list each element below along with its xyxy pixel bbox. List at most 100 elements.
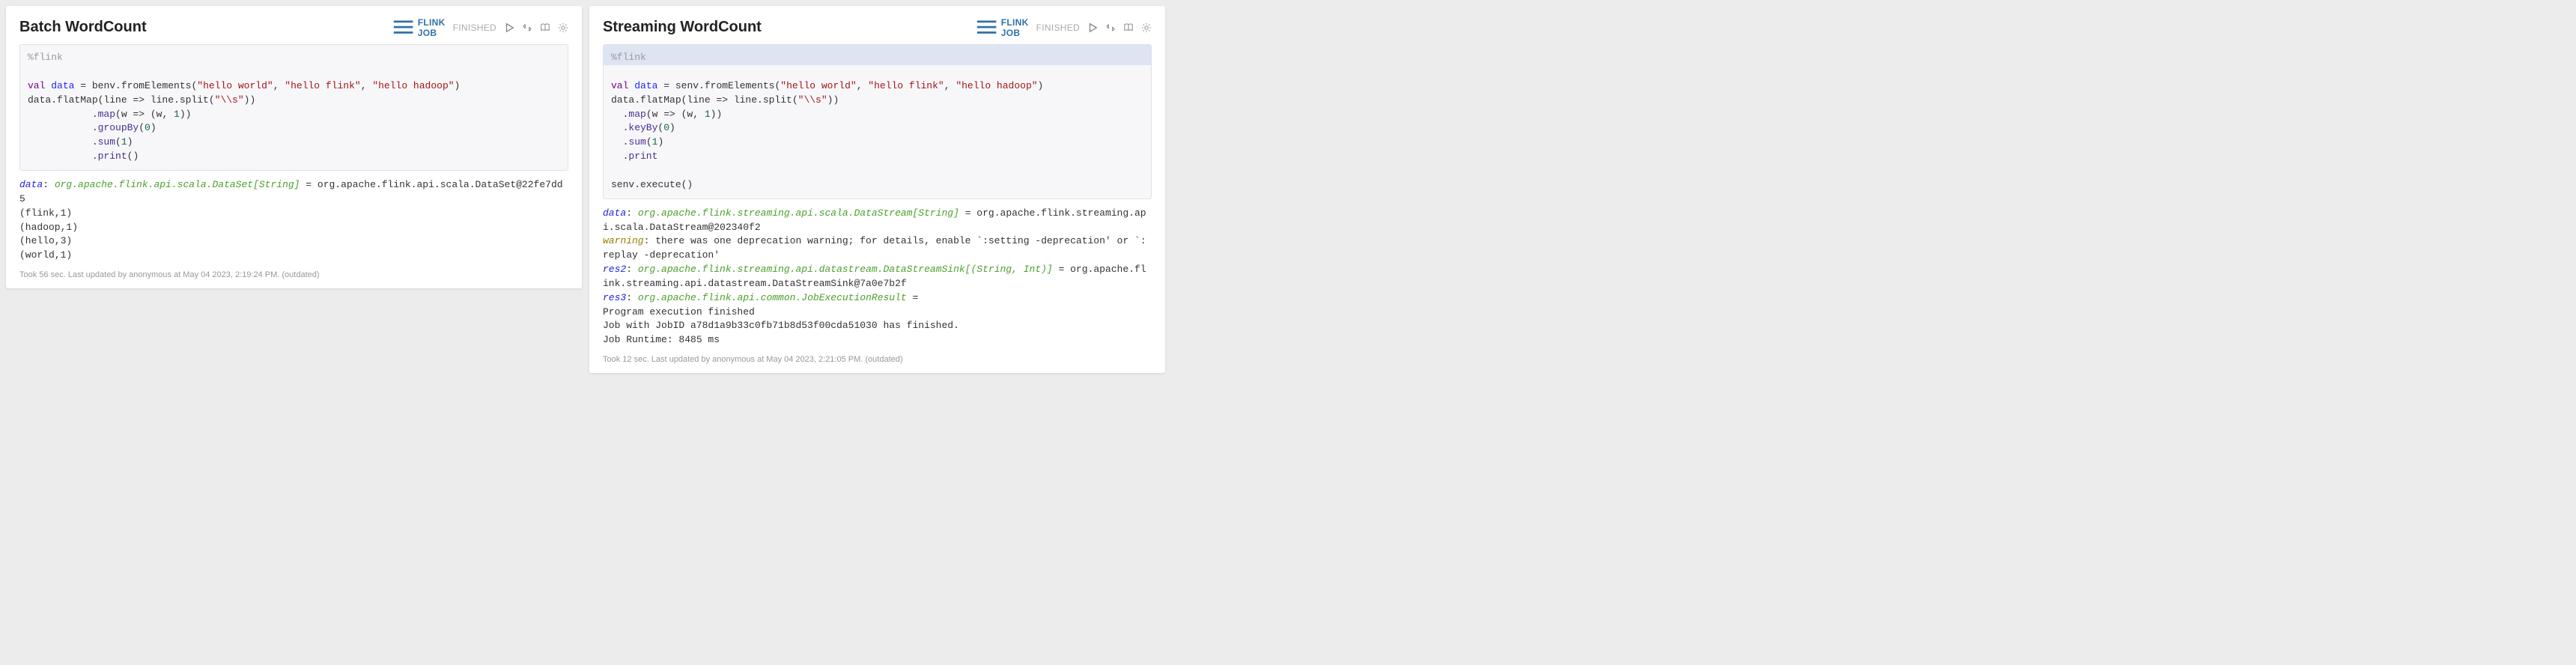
code-token: "hello hadoop" xyxy=(956,80,1037,91)
code-token: ) xyxy=(127,136,133,148)
code-token: ) xyxy=(657,136,663,148)
code-token: . xyxy=(611,136,628,148)
active-line: %flink xyxy=(604,45,1151,65)
code-token: "hello flink" xyxy=(285,80,360,91)
play-icon xyxy=(504,22,514,33)
code-token: sum xyxy=(628,136,645,148)
paragraph-actions: FLINK JOB FINISHED xyxy=(392,16,568,38)
paragraph-header: Batch WordCount FLINK JOB FINISHED xyxy=(19,16,568,38)
flink-job-link[interactable]: FLINK JOB xyxy=(392,16,446,38)
out-row: (hello,3) xyxy=(19,235,72,246)
out-type: org.apache.flink.api.common.JobExecution… xyxy=(638,292,907,303)
output-options-button[interactable] xyxy=(540,22,550,33)
code-token: . xyxy=(28,122,98,133)
flink-job-label: FLINK JOB xyxy=(418,17,446,38)
code-token: . xyxy=(611,122,628,133)
settings-button[interactable] xyxy=(1141,22,1152,33)
code-token: ( xyxy=(115,136,121,148)
code-token: data xyxy=(51,80,74,91)
output-options-button[interactable] xyxy=(1123,22,1134,33)
code-token: = senv.fromElements( xyxy=(657,80,780,91)
code-token: "hello flink" xyxy=(868,80,944,91)
code-token: (w => (w, xyxy=(646,109,705,120)
hide-editor-button[interactable] xyxy=(522,22,532,33)
code-token: . xyxy=(28,109,98,120)
settings-button[interactable] xyxy=(558,22,568,33)
out-var: res3 xyxy=(603,292,626,303)
interpreter-directive: %flink xyxy=(28,52,63,63)
code-token: ( xyxy=(139,122,145,133)
output-block: data: org.apache.flink.api.scala.DataSet… xyxy=(19,178,568,263)
play-icon xyxy=(1087,22,1098,33)
gear-icon xyxy=(1141,22,1152,33)
code-token: . xyxy=(611,109,628,120)
code-token: val xyxy=(28,80,45,91)
out-type: org.apache.flink.api.scala.DataSet[Strin… xyxy=(55,179,300,190)
code-token: )) xyxy=(180,109,192,120)
code-token: groupBy xyxy=(98,122,139,133)
out-row: Job Runtime: 8485 ms xyxy=(603,334,720,345)
run-button[interactable] xyxy=(504,22,514,33)
code-token: 1 xyxy=(705,109,711,120)
out-text: = xyxy=(907,292,919,303)
out-text: : xyxy=(626,207,638,219)
paragraph-title: Streaming WordCount xyxy=(603,19,762,36)
code-token: ( xyxy=(646,136,652,148)
list-icon xyxy=(392,16,414,38)
code-editor[interactable]: %flink val data = senv.fromElements("hel… xyxy=(603,44,1152,198)
code-token: ) xyxy=(669,122,675,133)
paragraph-actions: FLINK JOB FINISHED xyxy=(976,16,1152,38)
out-row: Program execution finished xyxy=(603,306,755,318)
code-editor[interactable]: %flink val data = benv.fromElements("hel… xyxy=(19,44,568,171)
flink-job-label: FLINK JOB xyxy=(1001,17,1029,38)
out-text: : xyxy=(43,179,55,190)
flink-job-link[interactable]: FLINK JOB xyxy=(976,16,1029,38)
out-var: data xyxy=(19,179,43,190)
out-var: res2 xyxy=(603,264,626,275)
out-text: : xyxy=(626,292,638,303)
out-var: warning xyxy=(603,235,644,246)
code-token: "hello world" xyxy=(780,80,856,91)
code-token: data.flatMap(line => line.split( xyxy=(611,94,798,106)
book-icon xyxy=(540,22,550,33)
code-token: . xyxy=(28,151,98,162)
paragraph-header: Streaming WordCount FLINK JOB FINISHED xyxy=(603,16,1152,38)
interpreter-directive: %flink xyxy=(611,52,646,63)
code-token: val xyxy=(611,80,628,91)
paragraph-title: Batch WordCount xyxy=(19,19,147,36)
code-token: sum xyxy=(98,136,115,148)
collapse-icon xyxy=(522,22,532,33)
code-token: (w => (w, xyxy=(115,109,174,120)
collapse-icon xyxy=(1105,22,1116,33)
status-badge: FINISHED xyxy=(1036,22,1080,33)
out-type: org.apache.flink.streaming.api.scala.Dat… xyxy=(638,207,959,219)
out-row: (flink,1) xyxy=(19,207,72,219)
code-token: . xyxy=(28,136,98,148)
out-var: data xyxy=(603,207,626,219)
code-token: )) xyxy=(711,109,723,120)
out-type: org.apache.flink.streaming.api.datastrea… xyxy=(638,264,1053,275)
out-row: Job with JobID a78d1a9b33c0fb71b8d53f00c… xyxy=(603,320,959,331)
book-icon xyxy=(1123,22,1134,33)
paragraph-footer: Took 12 sec. Last updated by anonymous a… xyxy=(603,355,1152,364)
code-token: data.flatMap(line => line.split( xyxy=(28,94,215,106)
code-token: 1 xyxy=(121,136,127,148)
code-token: "hello hadoop" xyxy=(372,80,454,91)
code-token: 0 xyxy=(663,122,669,133)
list-icon xyxy=(976,16,997,38)
status-badge: FINISHED xyxy=(453,22,496,33)
gear-icon xyxy=(558,22,568,33)
code-token: "\\s" xyxy=(215,94,244,106)
hide-editor-button[interactable] xyxy=(1105,22,1116,33)
output-block: data: org.apache.flink.streaming.api.sca… xyxy=(603,207,1152,347)
code-token: ) xyxy=(455,80,461,91)
out-row: (world,1) xyxy=(19,249,72,261)
code-token: senv.execute() xyxy=(611,179,693,190)
code-token: map xyxy=(98,109,115,120)
code-token: map xyxy=(628,109,645,120)
code-token: print xyxy=(628,151,657,162)
code-token: 0 xyxy=(145,122,151,133)
code-token: "\\s" xyxy=(798,94,827,106)
code-token: () xyxy=(127,151,139,162)
run-button[interactable] xyxy=(1087,22,1098,33)
